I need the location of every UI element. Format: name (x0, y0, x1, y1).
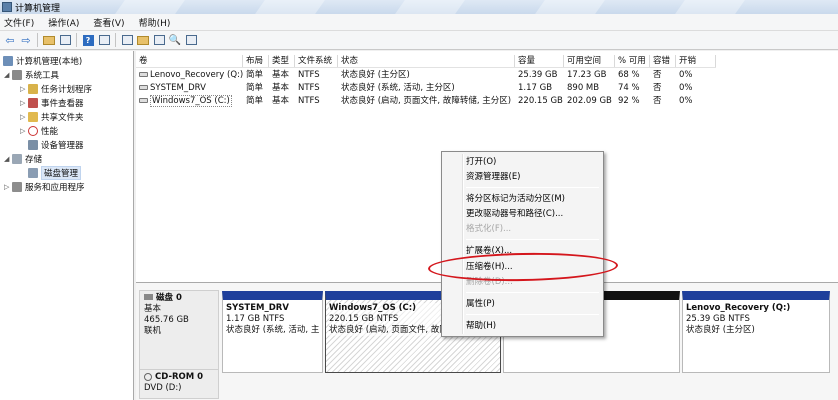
device-manager-icon (28, 140, 38, 150)
column-status[interactable]: 状态 (338, 55, 515, 67)
toolbar: ⇦ ⇨ ? 🔍 (0, 31, 838, 50)
column-type[interactable]: 类型 (269, 55, 295, 67)
disk-0-label[interactable]: 磁盘 0 基本 465.76 GB 联机 (139, 290, 219, 376)
tree-item-device-manager[interactable]: 设备管理器 (28, 138, 84, 152)
task-scheduler-icon (28, 84, 38, 94)
zoom-icon[interactable]: 🔍 (168, 33, 182, 47)
volume-icon (139, 98, 148, 103)
column-filesystem[interactable]: 文件系统 (295, 55, 338, 67)
menu-item-change-drive-letter[interactable]: 更改驱动器号和路径(C)... (466, 207, 563, 221)
tree-item-services-apps[interactable]: ▷ 服务和应用程序 (4, 180, 85, 194)
expand-icon[interactable]: ▷ (20, 99, 28, 107)
collapse-icon[interactable]: ◢ (4, 155, 12, 163)
menu-item-properties[interactable]: 属性(P) (466, 297, 495, 311)
menu-item-format: 格式化(F)... (466, 224, 512, 234)
tree-item-system-tools[interactable]: ◢ 系统工具 (4, 68, 59, 82)
expand-icon[interactable]: ▷ (4, 183, 12, 191)
column-percent-free[interactable]: % 可用 (615, 55, 650, 67)
disk-management-icon (28, 168, 38, 178)
show-hide-tree-icon[interactable] (58, 33, 72, 47)
window-title: 计算机管理 (15, 3, 61, 14)
tools-icon (12, 70, 22, 80)
column-free-space[interactable]: 可用空间 (564, 55, 615, 67)
title-bar: 计算机管理 (0, 0, 838, 14)
refresh-icon[interactable] (120, 33, 134, 47)
help-icon[interactable]: ? (81, 33, 95, 47)
partition-system-drv[interactable]: SYSTEM_DRV 1.17 GB NTFS 状态良好 (系统, 活动, 主 (222, 291, 323, 373)
storage-icon (12, 154, 22, 164)
rescan-icon[interactable] (152, 33, 166, 47)
menu-bar: 文件(F) 操作(A) 查看(V) 帮助(H) (0, 14, 838, 31)
column-overhead[interactable]: 开销 (676, 55, 716, 67)
menu-item-help[interactable]: 帮助(H) (466, 319, 496, 333)
column-fault-tolerance[interactable]: 容错 (650, 55, 676, 67)
performance-icon (28, 126, 38, 136)
console-icon[interactable] (97, 33, 111, 47)
services-icon (12, 182, 22, 192)
tree-item-task-scheduler[interactable]: ▷ 任务计划程序 (20, 82, 92, 96)
volume-icon (139, 72, 148, 77)
tree-item-shared-folders[interactable]: ▷ 共享文件夹 (20, 110, 84, 124)
tree-item-event-viewer[interactable]: ▷ 事件查看器 (20, 96, 84, 110)
column-volume[interactable]: 卷 (136, 55, 243, 67)
table-row[interactable]: SYSTEM_DRV 简单 基本 NTFS 状态良好 (系统, 活动, 主分区)… (136, 82, 716, 95)
tree-item-root[interactable]: 计算机管理(本地) (3, 54, 82, 68)
table-row[interactable]: Windows7_OS (C:) 简单 基本 NTFS 状态良好 (启动, 页面… (136, 95, 716, 108)
computer-icon (3, 56, 13, 66)
volume-list-header: 卷 布局 类型 文件系统 状态 容量 可用空间 % 可用 容错 开销 (136, 55, 716, 68)
context-menu: 打开(O) 资源管理器(E) 将分区标记为活动分区(M) 更改驱动器号和路径(C… (441, 151, 604, 337)
table-row[interactable]: Lenovo_Recovery (Q:) 简单 基本 NTFS 状态良好 (主分… (136, 69, 716, 82)
shared-folder-icon (28, 112, 38, 122)
menu-item-open[interactable]: 打开(O) (466, 155, 496, 169)
tree-item-disk-management[interactable]: 磁盘管理 (28, 166, 82, 180)
tree-item-storage[interactable]: ◢ 存储 (4, 152, 42, 166)
volume-icon (139, 85, 148, 90)
menu-item-mark-active[interactable]: 将分区标记为活动分区(M) (466, 192, 565, 206)
column-layout[interactable]: 布局 (243, 55, 269, 67)
partition-lenovo-recovery[interactable]: Lenovo_Recovery (Q:) 25.39 GB NTFS 状态良好 … (682, 291, 830, 373)
collapse-icon[interactable]: ◢ (4, 71, 12, 79)
forward-icon[interactable]: ⇨ (19, 33, 33, 47)
menu-action[interactable]: 操作(A) (48, 16, 79, 29)
up-folder-icon[interactable] (42, 33, 56, 47)
navigation-tree: 计算机管理(本地) ◢ 系统工具 ▷ 任务计划程序 ▷ 事件查看器 ▷ 共享文件… (0, 51, 134, 400)
expand-icon[interactable]: ▷ (20, 113, 28, 121)
cdrom-icon (144, 372, 152, 381)
column-capacity[interactable]: 容量 (515, 55, 564, 67)
tree-item-performance[interactable]: ▷ 性能 (20, 124, 58, 138)
disk-icon (144, 294, 153, 300)
disk-view-icon[interactable] (184, 33, 198, 47)
computer-management-icon (2, 2, 12, 12)
cdrom-0-label[interactable]: CD-ROM 0 DVD (D:) (139, 369, 219, 399)
expand-icon[interactable]: ▷ (20, 127, 28, 135)
properties-icon[interactable] (136, 33, 150, 47)
menu-view[interactable]: 查看(V) (93, 16, 124, 29)
expand-icon[interactable]: ▷ (20, 85, 28, 93)
menu-file[interactable]: 文件(F) (4, 16, 34, 29)
menu-help[interactable]: 帮助(H) (139, 16, 171, 29)
back-icon[interactable]: ⇦ (3, 33, 17, 47)
menu-item-explorer[interactable]: 资源管理器(E) (466, 170, 521, 184)
event-viewer-icon (28, 98, 38, 108)
